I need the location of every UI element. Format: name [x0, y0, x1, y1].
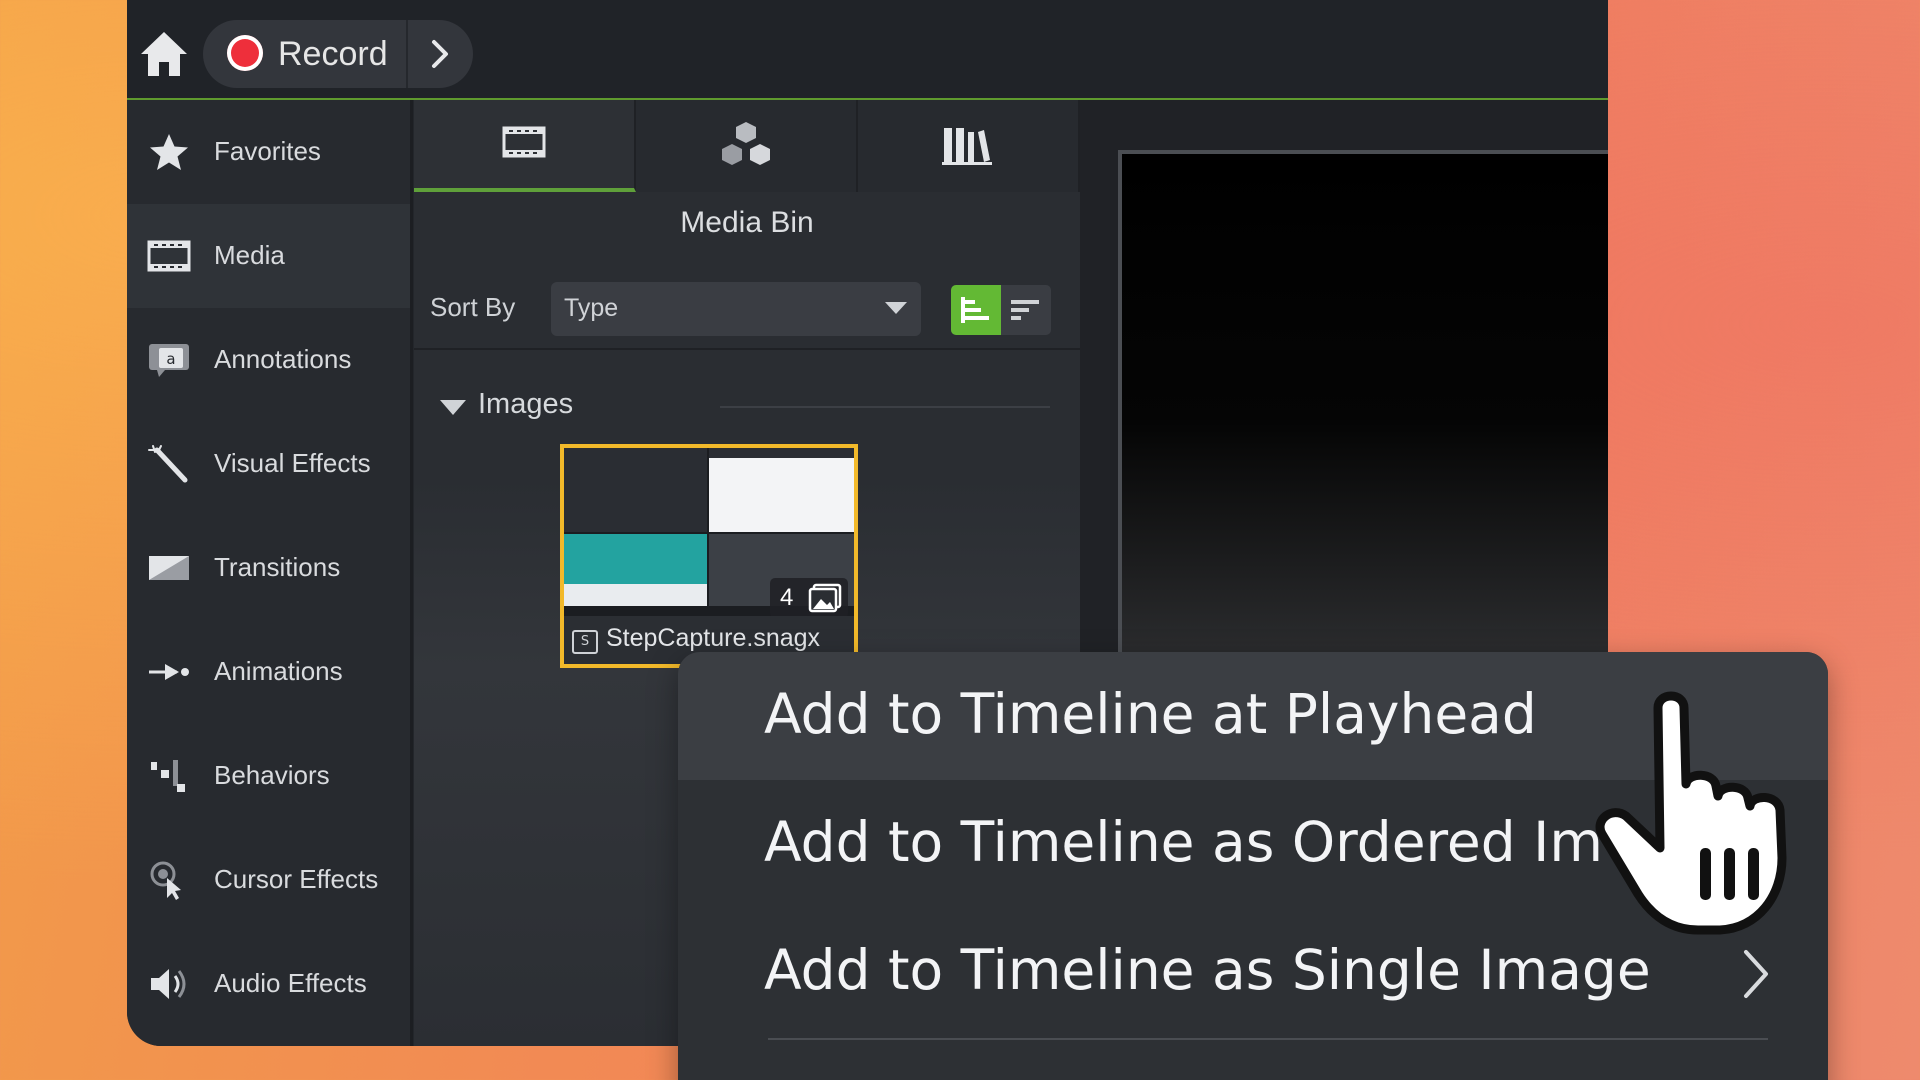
transition-icon: [149, 556, 189, 580]
sidebar-item-favorites[interactable]: Favorites: [127, 100, 412, 204]
filmstrip-icon: [147, 240, 191, 272]
hand-pointer-cursor-icon: [1595, 691, 1787, 935]
chevron-right-icon[interactable]: [425, 36, 455, 72]
behaviors-icon: [151, 760, 185, 792]
menu-item-label: Add to Timeline as Single Image: [764, 938, 1651, 1002]
thumbnail-preview-3: [564, 534, 707, 606]
sort-ascending-icon: [961, 297, 989, 323]
snagit-file-icon: S: [572, 630, 598, 654]
thumbnail-preview-2: [709, 448, 854, 532]
cubes-icon: [722, 122, 770, 165]
media-item-name: StepCapture.snagx: [606, 624, 821, 652]
sidebar-item-label: Audio Effects: [214, 968, 367, 998]
animation-arrow-icon: [149, 664, 189, 680]
sidebar-divider[interactable]: [410, 100, 413, 1046]
sidebar-item-behaviors[interactable]: Behaviors: [127, 724, 412, 828]
record-label: Record: [278, 35, 388, 73]
sidebar-item-audio-effects[interactable]: Audio Effects: [127, 932, 412, 1036]
view-sort-ascending-button[interactable]: [951, 285, 1001, 335]
group-divider-line: [720, 406, 1050, 408]
sort-by-select[interactable]: Type: [551, 282, 921, 336]
sort-by-label: Sort By: [430, 292, 516, 322]
submenu-chevron-icon: [1744, 950, 1768, 998]
view-sort-descending-button[interactable]: [1001, 285, 1051, 335]
home-button[interactable]: [137, 28, 191, 80]
panel-tabs: [414, 100, 1080, 192]
sidebar-item-label: Cursor Effects: [214, 864, 379, 894]
cursor-effects-icon: [150, 861, 181, 900]
sort-descending-icon: [1011, 300, 1039, 320]
sort-by-value: Type: [564, 294, 619, 322]
panel-divider: [414, 348, 1080, 350]
svg-text:a: a: [166, 350, 175, 368]
thumbnail-preview-1: [564, 448, 707, 532]
home-icon: [141, 32, 187, 76]
view-toggle: [951, 285, 1051, 335]
sidebar-item-label: Visual Effects: [214, 448, 371, 478]
record-divider: [406, 20, 408, 88]
stacked-images-icon: [808, 583, 842, 613]
tab-media-bin[interactable]: [414, 100, 636, 192]
filmstrip-icon: [502, 126, 546, 158]
sidebar-item-visual-effects[interactable]: Visual Effects: [127, 412, 412, 516]
magic-wand-icon: [148, 445, 188, 483]
sidebar-item-label: Annotations: [214, 344, 352, 374]
sidebar-item-label: Animations: [214, 656, 343, 686]
menu-item-label: Add to Timeline at Playhead: [764, 682, 1537, 746]
sidebar-item-annotations[interactable]: a Annotations: [127, 308, 412, 412]
dropdown-arrow-icon: [885, 302, 907, 314]
images-group-label: Images: [478, 388, 574, 420]
panel-title: Media Bin: [680, 206, 814, 239]
speaker-icon: [151, 969, 186, 999]
star-icon: [150, 134, 188, 170]
top-toolbar: Record: [127, 0, 1608, 100]
image-count: 4: [780, 584, 794, 611]
menu-item-label: Add to Timeline as Ordered Im: [764, 810, 1603, 874]
sidebar-item-label: Favorites: [214, 136, 321, 166]
image-count-badge: 4: [770, 578, 848, 618]
sidebar-item-transitions[interactable]: Transitions: [127, 516, 412, 620]
menu-separator: [768, 1038, 1768, 1040]
collapse-triangle-icon: [440, 400, 466, 415]
sidebar-item-cursor-effects[interactable]: Cursor Effects: [127, 828, 412, 932]
tools-sidebar: Favorites Media a Annotations Visual Eff…: [127, 100, 412, 1046]
sidebar-item-label: Transitions: [214, 552, 341, 582]
sidebar-item-label: Behaviors: [214, 760, 330, 790]
annotation-icon: a: [149, 344, 189, 377]
tab-library-assets[interactable]: [636, 100, 858, 192]
record-dot-icon: [227, 35, 263, 71]
sidebar-item-media[interactable]: Media: [127, 204, 412, 308]
media-item-thumbnail[interactable]: 4 S StepCapture.snagx: [560, 444, 858, 668]
sidebar-item-label: Media: [214, 240, 285, 270]
tab-library-books[interactable]: [858, 100, 1080, 192]
sidebar-item-animations[interactable]: Animations: [127, 620, 412, 724]
books-icon: [942, 128, 992, 165]
record-button[interactable]: Record: [203, 20, 473, 88]
